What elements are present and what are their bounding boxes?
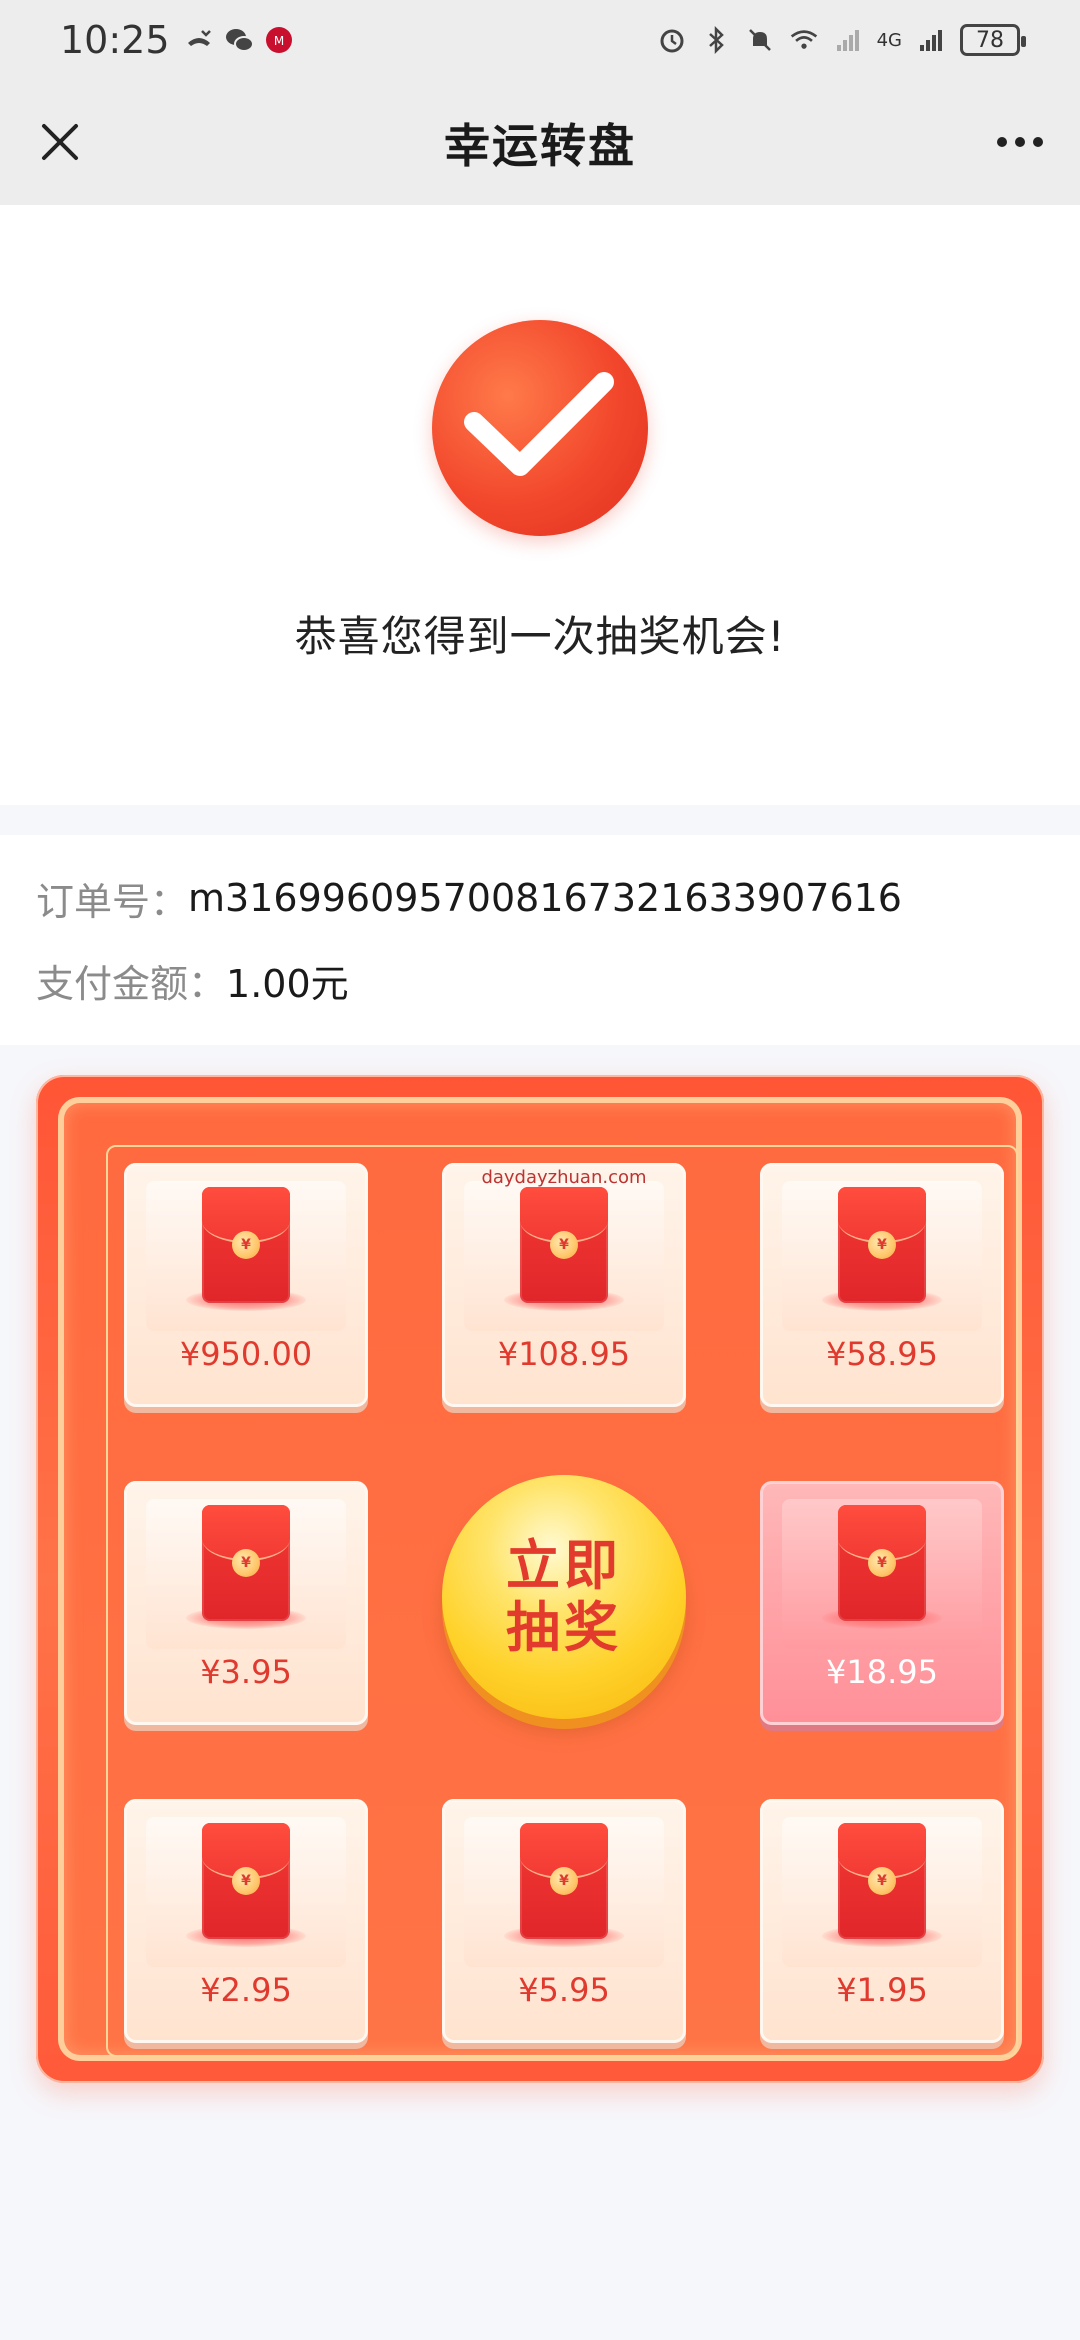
battery-icon: 78 [960, 24, 1026, 56]
success-check-icon [432, 320, 648, 536]
prize-cell: daydayzhuan.com ¥ ¥108.95 [442, 1163, 686, 1407]
prize-price: ¥58.95 [826, 1335, 938, 1373]
signal-icon [916, 25, 946, 55]
navigation-bar: 幸运转盘 [0, 80, 1080, 205]
status-time: 10:25 [60, 18, 170, 62]
red-envelope-icon: ¥ [838, 1823, 926, 1939]
more-button[interactable] [988, 110, 1052, 174]
prize-price: ¥950.00 [179, 1335, 313, 1373]
red-envelope-icon: ¥ [202, 1505, 290, 1621]
wechat-icon [224, 25, 254, 55]
close-icon [42, 124, 78, 160]
status-system-icons: 4G 78 [657, 24, 1026, 56]
red-envelope-icon: ¥ [838, 1187, 926, 1303]
bluetooth-icon [701, 25, 731, 55]
success-section: 恭喜您得到一次抽奖机会! [0, 205, 1080, 805]
status-bar: 10:25 M 4G 78 [0, 0, 1080, 80]
page-title: 幸运转盘 [444, 118, 636, 173]
red-envelope-icon: ¥ [520, 1187, 608, 1303]
draw-now-label-line2: 抽奖 [506, 1596, 622, 1659]
prize-cell: ¥ ¥1.95 [760, 1799, 1004, 2043]
status-notification-icons: M [184, 25, 294, 55]
lottery-frame: ¥ ¥950.00 daydayzhuan.com ¥ ¥108.95 ¥ ¥5… [58, 1097, 1022, 2061]
prize-cell-active: ¥ ¥18.95 [760, 1481, 1004, 1725]
wifi-icon [789, 25, 819, 55]
draw-now-label-line1: 立即 [506, 1534, 622, 1597]
order-number-label: 订单号： [36, 879, 189, 924]
success-message: 恭喜您得到一次抽奖机会! [294, 612, 786, 661]
prize-cell: ¥ ¥5.95 [442, 1799, 686, 2043]
red-envelope-icon: ¥ [838, 1505, 926, 1621]
more-dot [1015, 137, 1025, 147]
alarm-icon [657, 25, 687, 55]
order-info: 订单号： m3169960957008167321633907616 支付金额：… [0, 835, 1080, 1045]
close-button[interactable] [28, 110, 92, 174]
prize-price: ¥5.95 [518, 1971, 610, 2009]
prize-cell: ¥ ¥58.95 [760, 1163, 1004, 1407]
prize-price: ¥18.95 [826, 1653, 938, 1691]
prize-cell: ¥ ¥3.95 [124, 1481, 368, 1725]
missed-call-icon [184, 25, 214, 55]
battery-level: 78 [976, 27, 1004, 53]
more-dot [997, 137, 1007, 147]
prize-cell: ¥ ¥2.95 [124, 1799, 368, 2043]
prize-cell: ¥ ¥950.00 [124, 1163, 368, 1407]
network-type: 4G [876, 29, 902, 51]
signal-x-icon [833, 25, 863, 55]
prize-price: ¥2.95 [200, 1971, 292, 2009]
lottery-grid: ¥ ¥950.00 daydayzhuan.com ¥ ¥108.95 ¥ ¥5… [106, 1145, 1018, 2057]
prize-price: ¥1.95 [836, 1971, 928, 2009]
payment-amount-row: 支付金额： 1.00元 [36, 939, 1080, 1021]
draw-now-button[interactable]: 立即 抽奖 [442, 1475, 686, 1719]
red-envelope-icon: ¥ [202, 1823, 290, 1939]
order-number-row: 订单号： m3169960957008167321633907616 [36, 857, 1080, 939]
more-dot [1033, 137, 1043, 147]
watermark-text: daydayzhuan.com [481, 1167, 647, 1188]
order-number-value: m3169960957008167321633907616 [188, 876, 902, 920]
mute-bell-icon [745, 25, 775, 55]
prize-price: ¥3.95 [200, 1653, 292, 1691]
payment-amount-value: 1.00元 [226, 961, 349, 1006]
svg-text:M: M [273, 34, 283, 48]
prize-price: ¥108.95 [497, 1335, 631, 1373]
red-envelope-icon: ¥ [202, 1187, 290, 1303]
lottery-board: ¥ ¥950.00 daydayzhuan.com ¥ ¥108.95 ¥ ¥5… [36, 1075, 1044, 2083]
payment-amount-label: 支付金额： [36, 961, 227, 1006]
red-envelope-icon: ¥ [520, 1823, 608, 1939]
bank-app-icon: M [264, 25, 294, 55]
